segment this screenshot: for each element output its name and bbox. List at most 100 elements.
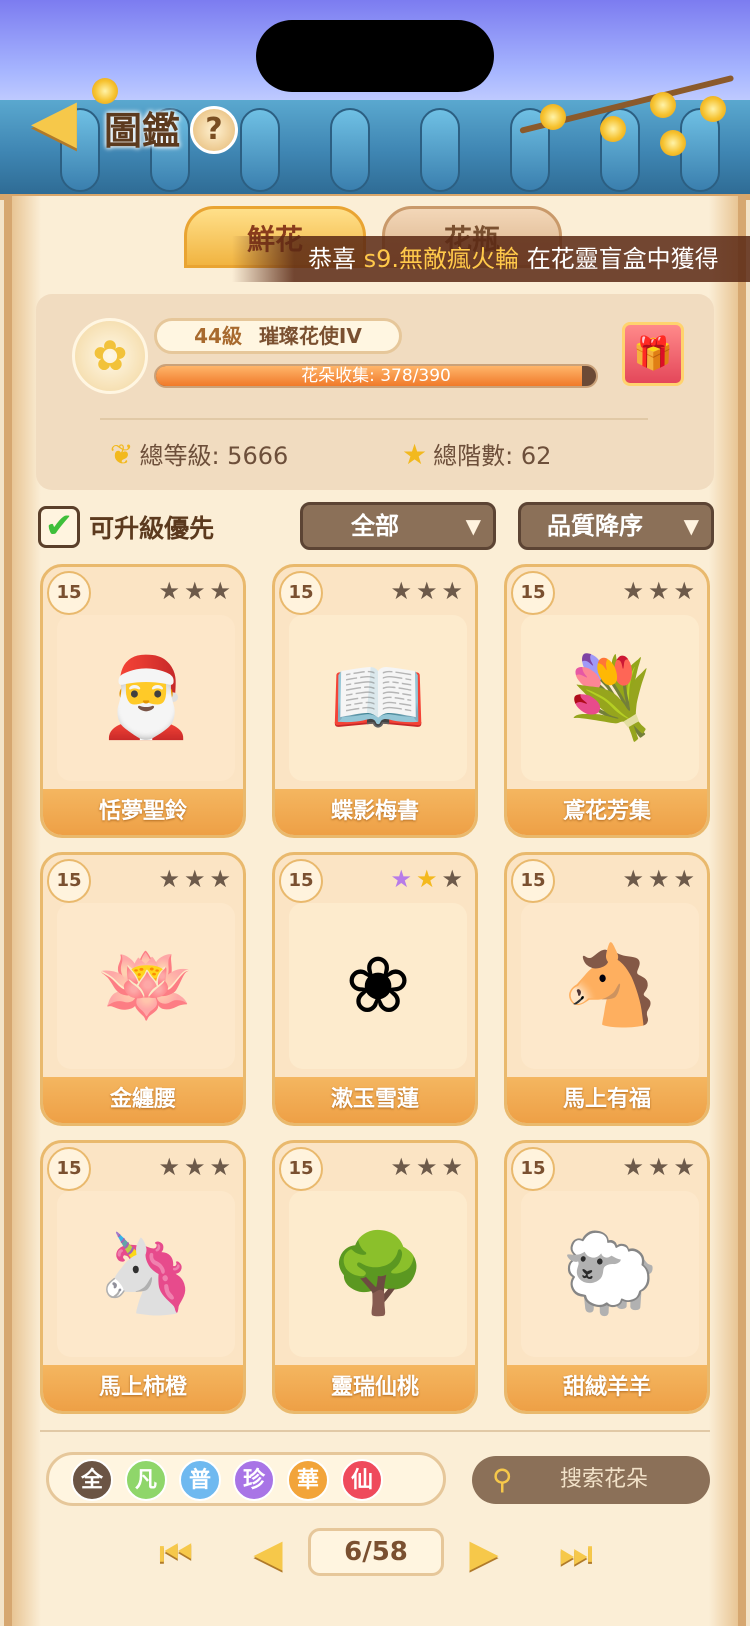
star-icon: ★ [209, 865, 235, 893]
last-page-button[interactable]: ⏭ [548, 1528, 604, 1578]
device-notch [256, 20, 494, 92]
card-name: 甜絨羊羊 [507, 1365, 707, 1411]
blossom-icon [600, 116, 626, 142]
star-icon: ★ [622, 577, 648, 605]
star-icon: ★ [415, 577, 442, 605]
star-icon: ★ [183, 1153, 210, 1181]
flower-card[interactable]: 15 ★★★ 🎅 恬夢聖鈴 [40, 564, 246, 838]
help-button[interactable]: ? [190, 106, 238, 154]
card-name: 靈瑞仙桃 [275, 1365, 475, 1411]
collection-progress-bar: 花朵收集: 378/390 [154, 364, 598, 388]
player-level: 44級 [194, 324, 242, 348]
blossom-icon [660, 130, 686, 156]
card-name: 馬上有福 [507, 1077, 707, 1123]
card-level-badge: 15 [47, 1147, 91, 1191]
first-page-button[interactable]: ⏮ [148, 1528, 204, 1578]
flower-art-image: 🐴 [521, 903, 699, 1069]
star-icon: ★ [209, 1153, 235, 1181]
sprout-icon: ❦ [110, 438, 134, 471]
card-stars: ★★★ [390, 865, 467, 893]
flower-card[interactable]: 15 ★★★ 🌳 靈瑞仙桃 [272, 1140, 478, 1414]
card-level-badge: 15 [511, 859, 555, 903]
level-badge: 44級 璀璨花使IV [154, 318, 402, 354]
quality-chip[interactable]: 普 [179, 1459, 221, 1501]
card-stars: ★★★ [158, 577, 235, 605]
card-level-badge: 15 [279, 859, 323, 903]
roof-tile [420, 108, 460, 192]
star-icon: ★ [183, 865, 210, 893]
quality-chip[interactable]: 仙 [341, 1459, 383, 1501]
card-name: 漱玉雪蓮 [275, 1077, 475, 1123]
flower-card[interactable]: 15 ★★★ 💐 鳶花芳集 [504, 564, 710, 838]
card-level-badge: 15 [47, 571, 91, 615]
flower-emblem-icon: ✿ [72, 318, 148, 394]
upgrade-first-toggle[interactable]: ✔ 可升級優先 [38, 506, 214, 550]
star-icon: ★ [441, 577, 467, 605]
blossom-icon [540, 104, 566, 130]
flower-art-image: 🪷 [57, 903, 235, 1069]
upgrade-first-label: 可升級優先 [89, 514, 215, 543]
flower-art-image: ❀ [289, 903, 467, 1069]
flower-art-image: 🐑 [521, 1191, 699, 1357]
star-icon: ★ [158, 865, 184, 893]
card-level-badge: 15 [47, 859, 91, 903]
star-icon: ★ [158, 577, 184, 605]
star-icon: ★ [415, 1153, 442, 1181]
star-icon: ★ [647, 1153, 674, 1181]
flower-art-image: 🌳 [289, 1191, 467, 1357]
quality-filter-bar: 全凡普珍華仙 [46, 1452, 446, 1506]
quality-chip[interactable]: 華 [287, 1459, 329, 1501]
flower-card[interactable]: 15 ★★★ 🪷 金纏腰 [40, 852, 246, 1126]
sort-dropdown[interactable]: 品質降序 ▼ [518, 502, 714, 550]
card-name: 恬夢聖鈴 [43, 789, 243, 835]
flower-card[interactable]: 15 ★★★ 🐑 甜絨羊羊 [504, 1140, 710, 1414]
card-level-badge: 15 [279, 571, 323, 615]
card-name: 蝶影梅書 [275, 789, 475, 835]
star-icon: ★ [183, 577, 210, 605]
card-stars: ★★★ [158, 1153, 235, 1181]
search-placeholder: 搜索花朵 [560, 1467, 649, 1492]
page-indicator: 6/58 [308, 1528, 444, 1576]
category-dropdown[interactable]: 全部 ▼ [300, 502, 496, 550]
sort-value: 品質降序 [547, 512, 643, 540]
star-icon: ★ [390, 577, 416, 605]
back-arrow-icon[interactable]: ◀ [16, 88, 92, 154]
quality-chip[interactable]: 凡 [125, 1459, 167, 1501]
star-icon: ★ [673, 577, 699, 605]
marquee-suffix: 在花靈盲盒中獲得 [526, 245, 719, 273]
chevron-down-icon: ▼ [683, 514, 699, 538]
panel-divider [100, 418, 648, 420]
flower-card[interactable]: 15 ★★★ ❀ 漱玉雪蓮 [272, 852, 478, 1126]
prev-page-button[interactable]: ◀ [240, 1528, 296, 1578]
card-stars: ★★★ [622, 1153, 699, 1181]
star-icon: ★ [673, 865, 699, 893]
star-icon: ★ [158, 1153, 184, 1181]
total-stars-label: 總階數: 62 [433, 442, 552, 470]
flower-card[interactable]: 15 ★★★ 🐴 馬上有福 [504, 852, 710, 1126]
card-stars: ★★★ [622, 577, 699, 605]
card-level-badge: 15 [279, 1147, 323, 1191]
blossom-icon [700, 96, 726, 122]
total-level-label: 總等級: 5666 [139, 442, 289, 470]
player-rank: 璀璨花使IV [258, 324, 362, 348]
star-icon: ★ [441, 1153, 467, 1181]
card-name: 金纏腰 [43, 1077, 243, 1123]
quality-chip[interactable]: 珍 [233, 1459, 275, 1501]
flower-art-image: 🦄 [57, 1191, 235, 1357]
flower-card[interactable]: 15 ★★★ 📖 蝶影梅書 [272, 564, 478, 838]
flower-card[interactable]: 15 ★★★ 🦄 馬上柿橙 [40, 1140, 246, 1414]
star-icon: ★ [402, 438, 428, 471]
checkbox-checked-icon[interactable]: ✔ [38, 506, 80, 548]
gift-box-icon[interactable]: 🎁 [622, 322, 684, 386]
grid-divider [40, 1430, 710, 1432]
total-level-stat: ❦ 總等級: 5666 [110, 436, 288, 471]
search-input[interactable]: ⚲ 搜索花朵 [472, 1456, 710, 1504]
next-page-button[interactable]: ▶ [456, 1528, 512, 1578]
search-icon: ⚲ [492, 1463, 513, 1496]
total-stars-stat: ★ 總階數: 62 [402, 436, 551, 471]
star-icon: ★ [441, 865, 467, 893]
announcement-marquee: 恭喜 s9.無敵瘋火輪 在花靈盲盒中獲得 [232, 236, 750, 282]
quality-chip[interactable]: 全 [71, 1459, 113, 1501]
star-icon: ★ [209, 577, 235, 605]
card-stars: ★★★ [158, 865, 235, 893]
